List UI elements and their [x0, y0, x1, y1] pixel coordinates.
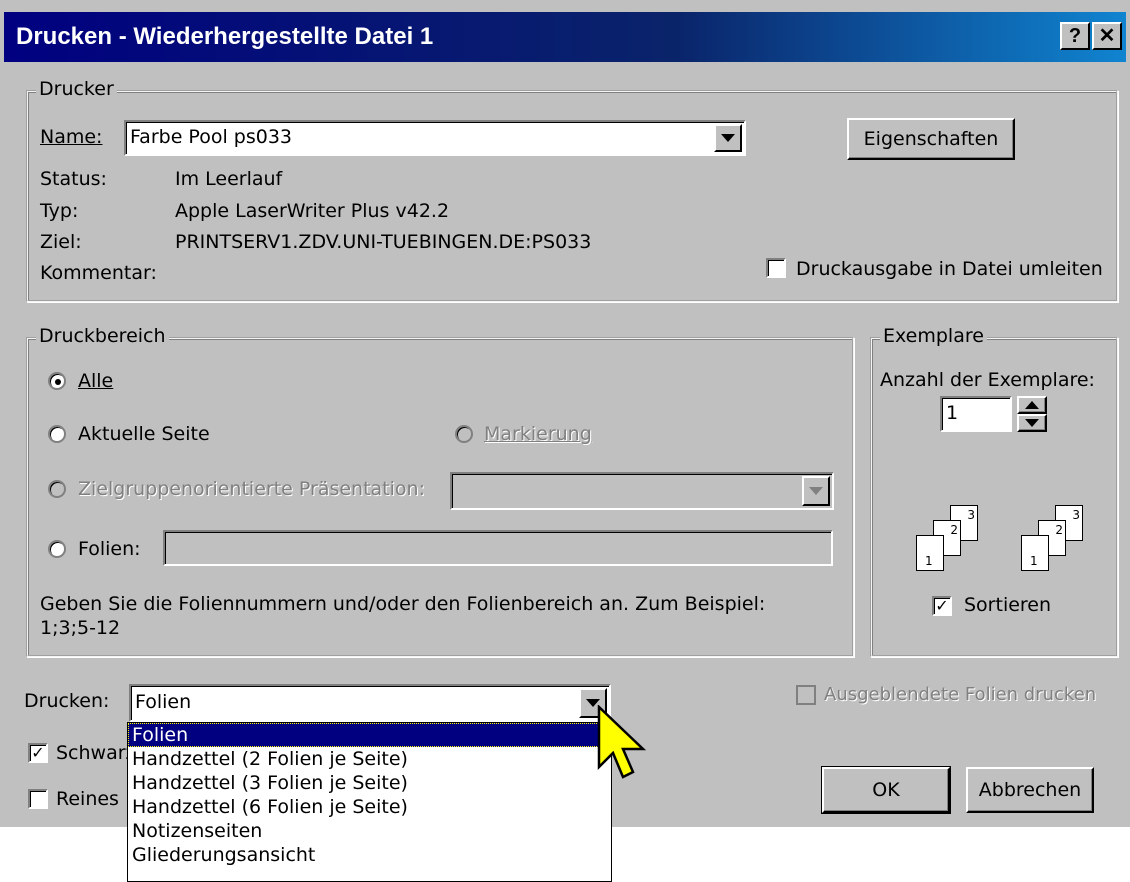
hidden-slides-label: Ausgeblendete Folien drucken [824, 684, 1097, 705]
mouse-cursor-icon [597, 705, 647, 779]
pure-bw-label: Reines [56, 788, 119, 810]
spin-up-button[interactable] [1017, 396, 1047, 414]
print-what-value: Folien [135, 691, 192, 713]
copies-count-input[interactable]: 1 [940, 396, 1012, 432]
dialog-title: Drucken - Wiederhergestellte Datei 1 [16, 23, 434, 50]
title-bar[interactable]: Drucken - Wiederhergestellte Datei 1 ? ✕ [4, 12, 1126, 62]
radio-custom-show-label: Zielgruppenorientierte Präsentation: [78, 478, 425, 500]
spin-down-button[interactable] [1017, 414, 1047, 432]
dropdown-option[interactable]: Handzettel (3 Folien je Seite) [128, 771, 611, 795]
radio-selection-label: Markierung [484, 423, 592, 445]
radio-selected-dot [55, 379, 61, 385]
grayscale-label: Schwarz [56, 742, 136, 764]
dropdown-option[interactable]: Notizenseiten [128, 819, 611, 843]
collate-page-1: 1 [916, 535, 944, 571]
range-hint: Geben Sie die Foliennummern und/oder den… [40, 593, 766, 615]
print-what-select[interactable]: Folien [129, 684, 611, 722]
help-button[interactable]: ? [1060, 22, 1090, 50]
radio-current-page[interactable] [48, 425, 66, 443]
chevron-down-icon [809, 487, 823, 495]
arrow-up-icon [1025, 401, 1039, 409]
radio-slides-label[interactable]: Folien: [78, 538, 141, 560]
radio-current-page-label[interactable]: Aktuelle Seite [78, 423, 210, 445]
range-hint-example: 1;3;5-12 [40, 617, 121, 639]
radio-alle-label[interactable]: Alle [78, 370, 113, 392]
comment-label: Kommentar: [40, 262, 157, 284]
print-what-label: Drucken: [24, 690, 110, 712]
dropdown-option[interactable]: Handzettel (6 Folien je Seite) [128, 795, 611, 819]
grayscale-checkbox[interactable]: ✓ [28, 743, 48, 763]
copies-count-label: Anzahl der Exemplare: [880, 369, 1095, 391]
status-value: Im Leerlauf [175, 168, 283, 190]
printer-name-select[interactable]: Farbe Pool ps033 [124, 120, 746, 156]
printer-name-label: Name: [40, 126, 103, 148]
ok-button[interactable]: OK [822, 767, 950, 813]
slides-range-input [163, 530, 833, 566]
collate-checkbox[interactable]: ✓ [932, 596, 952, 616]
hidden-slides-checkbox [796, 685, 816, 705]
close-button[interactable]: ✕ [1092, 22, 1122, 50]
close-icon: ✕ [1098, 25, 1116, 47]
type-label: Typ: [40, 200, 79, 222]
radio-slides[interactable] [48, 540, 66, 558]
dropdown-option[interactable]: Gliederungsansicht [128, 843, 611, 867]
status-label: Status: [40, 168, 107, 190]
print-range-legend: Druckbereich [36, 325, 169, 347]
print-what-dropdown-list[interactable]: Folien Handzettel (2 Folien je Seite) Ha… [127, 722, 612, 882]
collate-label: Sortieren [964, 594, 1052, 616]
chevron-down-icon [721, 134, 735, 142]
target-value: PRINTSERV1.ZDV.UNI-TUEBINGEN.DE:PS033 [175, 231, 592, 253]
printer-group-legend: Drucker [36, 78, 117, 100]
dropdown-option[interactable]: Handzettel (2 Folien je Seite) [128, 747, 611, 771]
copies-legend: Exemplare [880, 325, 987, 347]
properties-button[interactable]: Eigenschaften [847, 118, 1015, 160]
collate-page-1b: 1 [1021, 535, 1049, 571]
radio-alle[interactable] [48, 372, 66, 390]
arrow-down-icon [1025, 419, 1039, 427]
pure-bw-checkbox[interactable] [28, 789, 48, 809]
redirect-to-file-checkbox[interactable] [766, 258, 786, 278]
cancel-button[interactable]: Abbrechen [966, 767, 1094, 813]
custom-show-select [450, 472, 834, 510]
type-value: Apple LaserWriter Plus v42.2 [175, 200, 450, 222]
custom-show-dropdown-button [802, 476, 830, 506]
target-label: Ziel: [40, 231, 82, 253]
radio-custom-show [48, 480, 66, 498]
redirect-to-file-label: Druckausgabe in Datei umleiten [796, 258, 1103, 280]
dropdown-option[interactable]: Folien [128, 723, 611, 747]
print-dialog: Drucken - Wiederhergestellte Datei 1 ? ✕… [0, 0, 1130, 827]
copies-count-value: 1 [946, 402, 959, 424]
printer-name-value: Farbe Pool ps033 [130, 126, 293, 148]
radio-selection [455, 425, 473, 443]
printer-dropdown-button[interactable] [714, 124, 742, 152]
